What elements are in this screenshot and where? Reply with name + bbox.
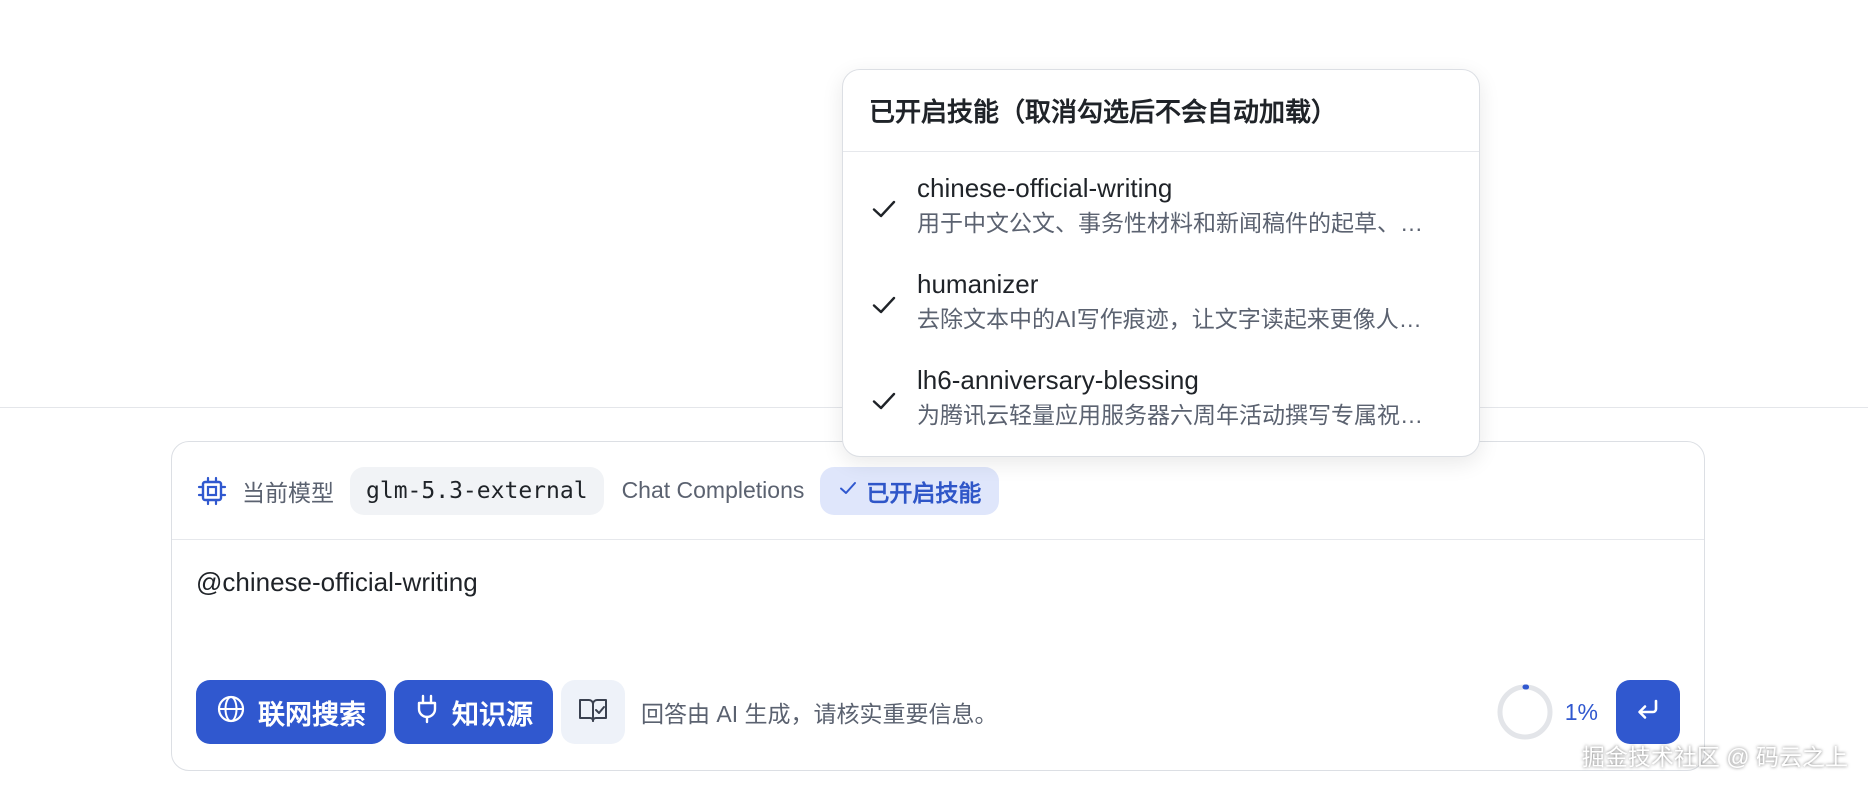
skill-item[interactable]: chinese-official-writing 用于中文公文、事务性材料和新闻… <box>843 172 1479 268</box>
chip-icon <box>196 475 228 507</box>
popover-title: 已开启技能（取消勾选后不会自动加载） <box>843 70 1479 152</box>
context-usage-ring <box>1495 682 1555 742</box>
composer-footer: 联网搜索 知识源 回答由 AI 生成，请核实重要信息。 1% <box>196 680 1680 744</box>
web-search-label: 联网搜索 <box>258 699 366 730</box>
context-usage-text: 1% <box>1564 698 1598 725</box>
send-button[interactable] <box>1616 680 1680 744</box>
message-input[interactable]: @chinese-official-writing <box>196 567 478 598</box>
model-label: 当前模型 <box>242 479 334 506</box>
watermark: 掘金技术社区 @ 码云之上 <box>1581 744 1848 770</box>
enter-icon <box>1633 695 1663 730</box>
skills-popover: 已开启技能（取消勾选后不会自动加载） chinese-official-writ… <box>842 69 1480 457</box>
enabled-skills-button[interactable]: 已开启技能 <box>820 466 1000 515</box>
skill-name: chinese-official-writing <box>917 173 1173 203</box>
globe-icon <box>216 694 246 731</box>
skill-item[interactable]: humanizer 去除文本中的AI写作痕迹，让文字读起来更像人… <box>843 268 1479 364</box>
skill-list: chinese-official-writing 用于中文公文、事务性材料和新闻… <box>843 152 1479 460</box>
book-check-icon <box>577 695 609 730</box>
composer-card: 当前模型 glm-5.3-external Chat Completions 已… <box>171 441 1705 771</box>
check-icon[interactable] <box>869 386 899 416</box>
skill-description: 为腾讯云轻量应用服务器六周年活动撰写专属祝… <box>917 402 1423 428</box>
skill-name: humanizer <box>917 269 1039 299</box>
skill-item[interactable]: lh6-anniversary-blessing 为腾讯云轻量应用服务器六周年活… <box>843 364 1479 460</box>
knowledge-source-label: 知识源 <box>452 699 533 730</box>
check-icon[interactable] <box>869 290 899 320</box>
check-icon[interactable] <box>869 194 899 224</box>
skill-book-button[interactable] <box>561 680 625 744</box>
plug-icon <box>414 694 440 731</box>
skill-description: 用于中文公文、事务性材料和新闻稿件的起草、… <box>917 210 1423 236</box>
check-icon <box>838 477 858 504</box>
ai-disclaimer: 回答由 AI 生成，请核实重要信息。 <box>641 701 998 727</box>
skill-name: lh6-anniversary-blessing <box>917 365 1199 395</box>
enabled-skills-label: 已开启技能 <box>866 479 982 506</box>
api-type-label: Chat Completions <box>621 477 805 503</box>
knowledge-source-button[interactable]: 知识源 <box>394 680 553 744</box>
model-name-pill[interactable]: glm-5.3-external <box>350 466 604 515</box>
skill-description: 去除文本中的AI写作痕迹，让文字读起来更像人… <box>917 306 1422 332</box>
web-search-button[interactable]: 联网搜索 <box>196 680 386 744</box>
